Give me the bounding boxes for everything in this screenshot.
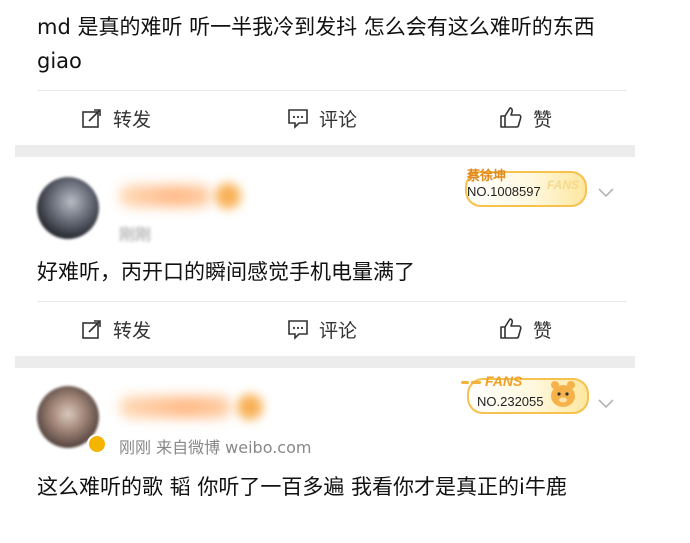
user-level-badge bbox=[215, 183, 241, 209]
divider bbox=[37, 301, 627, 302]
username-blurred[interactable] bbox=[119, 185, 211, 207]
user-level-badge bbox=[237, 394, 263, 420]
card-separator bbox=[15, 356, 635, 368]
repost-label: 转发 bbox=[113, 319, 152, 342]
comment-text: md 是真的难听 听一半我冷到发抖 怎么会有这么难听的东西 giao bbox=[37, 15, 595, 73]
like-label: 赞 bbox=[533, 319, 553, 342]
comment-actions: 转发 评论 赞 bbox=[15, 304, 635, 354]
comment-card-3: 刚刚 来自微博 weibo.com FANS NO.232055 这么难听的歌 … bbox=[15, 368, 635, 543]
repost-icon bbox=[82, 320, 101, 339]
avatar[interactable] bbox=[37, 177, 99, 239]
comment-button[interactable]: 评论 bbox=[287, 304, 357, 354]
fan-badge-deco bbox=[471, 381, 481, 384]
fan-badge-title: 蔡徐坤 bbox=[467, 168, 507, 183]
repost-button[interactable]: 转发 bbox=[81, 93, 151, 143]
post-time: 刚刚 bbox=[119, 225, 152, 244]
fan-badge-deco bbox=[461, 381, 469, 384]
repost-icon bbox=[82, 109, 101, 128]
like-label: 赞 bbox=[533, 108, 553, 131]
fan-badge-number: NO.232055 bbox=[477, 394, 544, 409]
verified-badge-icon bbox=[87, 434, 107, 454]
mascot-icon bbox=[551, 381, 575, 407]
comment-text: 这么难听的歌 韬 你听了一百多遍 我看你才是真正的i牛鹿 bbox=[37, 475, 567, 499]
comment-card-1: md 是真的难听 听一半我冷到发抖 怎么会有这么难听的东西 giao 转发 评论… bbox=[15, 0, 635, 148]
fan-badge-number: NO.1008597 bbox=[467, 184, 541, 199]
chevron-down-icon[interactable] bbox=[597, 187, 615, 199]
divider bbox=[37, 90, 627, 91]
comment-text: 好难听，丙开口的瞬间感觉手机电量满了 bbox=[37, 260, 415, 284]
fan-badge[interactable]: 蔡徐坤 NO.1008597 FANS bbox=[453, 165, 593, 209]
comment-card-2: 刚刚 蔡徐坤 NO.1008597 FANS 好难听，丙开口的瞬间感觉手机电量满… bbox=[15, 157, 635, 357]
comment-icon bbox=[288, 109, 308, 129]
repost-button[interactable]: 转发 bbox=[81, 304, 151, 354]
fan-badge[interactable]: FANS NO.232055 bbox=[455, 372, 595, 416]
comment-button[interactable]: 评论 bbox=[287, 93, 357, 143]
like-button[interactable]: 赞 bbox=[499, 304, 552, 354]
like-icon bbox=[500, 318, 522, 339]
comment-actions: 转发 评论 赞 bbox=[15, 93, 635, 143]
post-source: 刚刚 来自微博 weibo.com bbox=[119, 438, 312, 457]
username-blurred[interactable] bbox=[119, 396, 231, 418]
chevron-down-icon[interactable] bbox=[597, 398, 615, 410]
comment-label: 评论 bbox=[319, 108, 358, 131]
fan-badge-title: FANS bbox=[485, 373, 523, 389]
repost-label: 转发 bbox=[113, 108, 152, 131]
like-icon bbox=[500, 107, 522, 128]
comment-icon bbox=[288, 320, 308, 340]
card-separator bbox=[15, 145, 635, 157]
fan-badge-watermark: FANS bbox=[546, 178, 579, 192]
like-button[interactable]: 赞 bbox=[499, 93, 552, 143]
comment-label: 评论 bbox=[319, 319, 358, 342]
